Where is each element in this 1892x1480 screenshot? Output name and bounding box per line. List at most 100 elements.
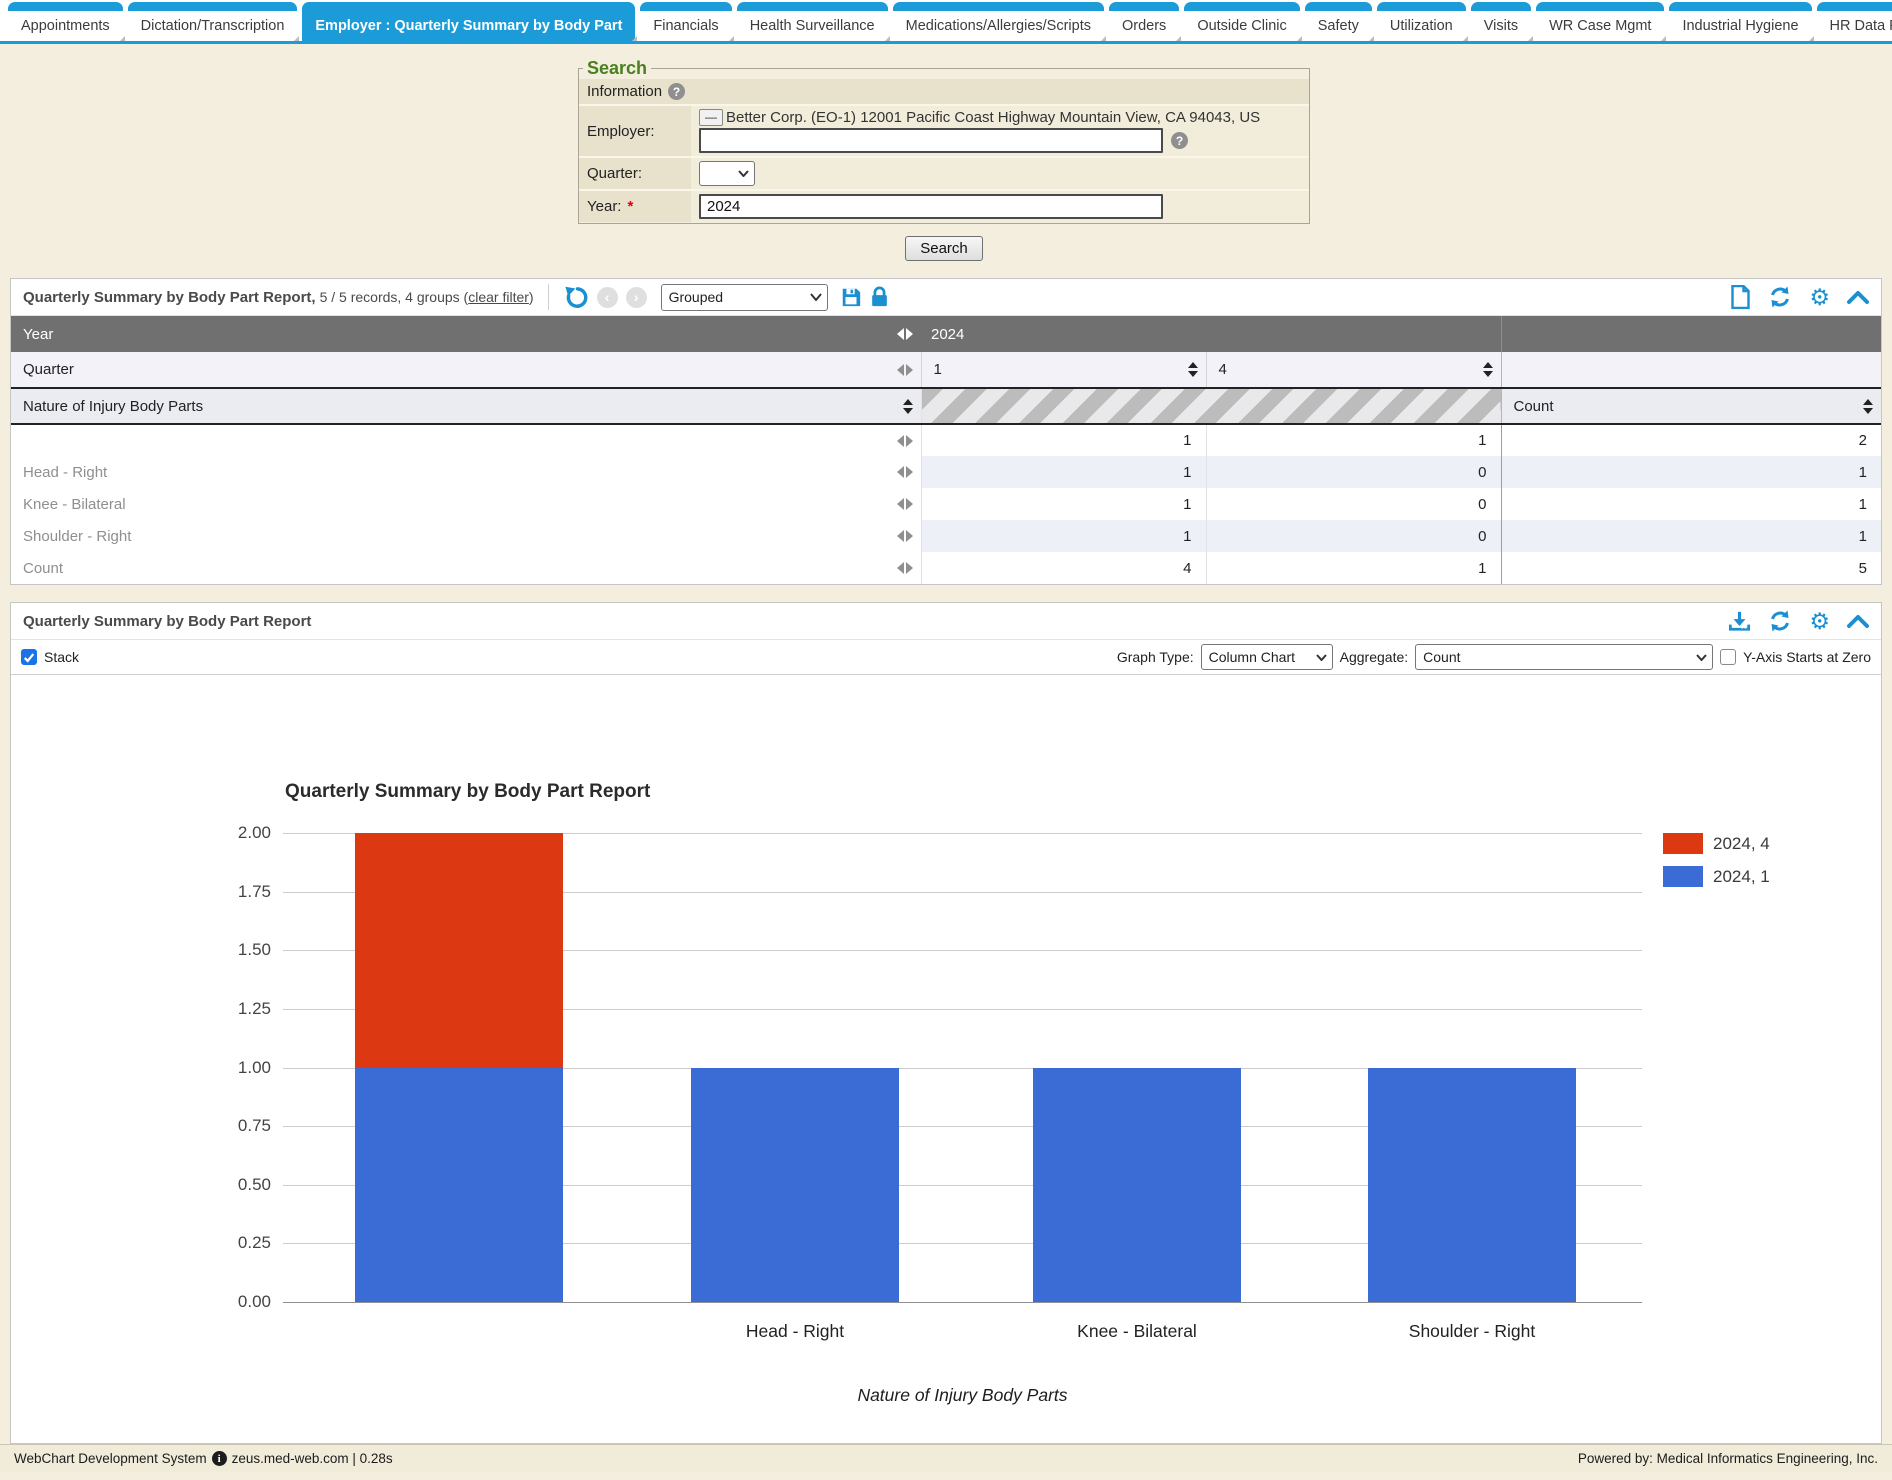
gridline	[283, 1302, 1642, 1303]
quarter-1-value: 4	[921, 552, 1206, 584]
tab-label: Visits	[1484, 18, 1518, 34]
required-asterisk: *	[627, 198, 633, 215]
tab-visits[interactable]: Visits	[1471, 2, 1531, 41]
report-panel-header: Quarterly Summary by Body Part Report, 5…	[11, 279, 1881, 316]
sort-icon[interactable]	[903, 399, 913, 414]
employer-input[interactable]	[699, 128, 1163, 153]
count-value: 1	[1501, 520, 1881, 552]
table-row: 112	[11, 424, 1881, 456]
settings-gear-icon[interactable]: ⚙	[1809, 286, 1830, 309]
help-icon[interactable]: ?	[668, 83, 685, 100]
undo-icon[interactable]	[563, 284, 589, 310]
settings-gear-icon[interactable]: ⚙	[1809, 610, 1830, 633]
sort-icon[interactable]	[1863, 399, 1873, 414]
tab-outside-clinic[interactable]: Outside Clinic	[1184, 2, 1299, 41]
column-resize-icon[interactable]	[897, 435, 913, 447]
column-resize-icon[interactable]	[897, 364, 913, 376]
column-resize-icon[interactable]	[897, 498, 913, 510]
help-icon[interactable]: ?	[1171, 132, 1188, 149]
view-mode-select[interactable]: Grouped	[661, 284, 828, 311]
search-row-information: Information ?	[579, 79, 1309, 104]
tab-employer-quarterly-summary-by-body-part[interactable]: Employer : Quarterly Summary by Body Par…	[302, 2, 635, 41]
download-icon[interactable]	[1728, 610, 1751, 632]
y-tick-label: 0.25	[201, 1233, 271, 1253]
tab-hr-data-feed[interactable]: HR Data Feed	[1817, 2, 1892, 41]
body-part-label: Count	[23, 560, 63, 577]
count-value: 1	[1501, 488, 1881, 520]
tab-label: Medications/Allergies/Scripts	[906, 18, 1091, 34]
body-part-label: Head - Right	[23, 464, 107, 481]
lock-icon[interactable]	[870, 286, 889, 308]
refresh-icon[interactable]	[1768, 609, 1792, 633]
quarter-1-header: 1	[934, 361, 942, 378]
count-column-header: Count	[1514, 398, 1554, 415]
sort-icon[interactable]	[1188, 362, 1198, 377]
legend-label: 2024, 1	[1713, 867, 1770, 887]
tab-label: Health Surveillance	[750, 18, 875, 34]
chevron-down-icon	[738, 170, 749, 177]
column-resize-icon[interactable]	[897, 466, 913, 478]
chevron-down-icon	[1696, 654, 1707, 661]
tab-medications-allergies-scripts[interactable]: Medications/Allergies/Scripts	[893, 2, 1104, 41]
column-resize-icon[interactable]	[897, 530, 913, 542]
server-info: zeus.med-web.com | 0.28s	[232, 1451, 393, 1466]
stack-label: Stack	[44, 649, 79, 665]
tab-label: Financials	[653, 18, 718, 34]
aggregate-value: Count	[1423, 649, 1460, 665]
remove-employer-button[interactable]: —	[699, 109, 723, 126]
y-tick-label: 1.75	[201, 882, 271, 902]
grouped-report-table: Year 2024 Quarter 1 4 Nature of Inju	[11, 316, 1881, 584]
refresh-icon[interactable]	[1768, 285, 1792, 309]
tab-health-surveillance[interactable]: Health Surveillance	[737, 2, 888, 41]
divider	[548, 284, 549, 310]
new-document-icon[interactable]	[1730, 285, 1751, 309]
stack-checkbox[interactable]	[21, 649, 37, 665]
tab-wr-case-mgmt[interactable]: WR Case Mgmt	[1536, 2, 1664, 41]
save-icon[interactable]	[840, 286, 862, 308]
sort-icon[interactable]	[1483, 362, 1493, 377]
x-category-label: Knee - Bilateral	[977, 1321, 1297, 1342]
column-resize-icon[interactable]	[897, 562, 913, 574]
tab-dictation-transcription[interactable]: Dictation/Transcription	[128, 2, 298, 41]
tab-industrial-hygiene[interactable]: Industrial Hygiene	[1669, 2, 1811, 41]
graph-type-select[interactable]: Column Chart	[1201, 644, 1333, 670]
tab-financials[interactable]: Financials	[640, 2, 731, 41]
x-category-label: Shoulder - Right	[1312, 1321, 1632, 1342]
tab-bar: AppointmentsDictation/Transcription Emplo…	[0, 0, 1892, 44]
collapse-chevron-icon[interactable]	[1847, 290, 1869, 304]
quarter-1-value: 1	[921, 456, 1206, 488]
quarter-4-header: 4	[1219, 361, 1227, 378]
collapse-chevron-icon[interactable]	[1847, 614, 1869, 628]
year-input[interactable]	[699, 194, 1163, 219]
tab-appointments[interactable]: Appointments	[8, 2, 123, 41]
search-row-employer: Employer: — Better Corp. (EO-1) 12001 Pa…	[579, 104, 1309, 156]
tab-safety[interactable]: Safety	[1305, 2, 1372, 41]
tab-utilization[interactable]: Utilization	[1377, 2, 1466, 41]
quarter-select[interactable]	[699, 161, 755, 186]
quarter-label: Quarter:	[587, 165, 642, 182]
previous-page-button[interactable]: ‹	[597, 287, 618, 308]
table-row: Count 415	[11, 552, 1881, 584]
tab-label: Employer : Quarterly Summary by Body Par…	[315, 18, 622, 34]
chevron-down-icon	[1316, 654, 1327, 661]
chart-bar-segment	[1368, 1068, 1576, 1303]
clear-filter-link[interactable]: clear filter	[468, 289, 529, 305]
quarter-4-value: 1	[1206, 552, 1501, 584]
quarter-1-value: 1	[921, 520, 1206, 552]
count-value: 5	[1501, 552, 1881, 584]
column-resize-icon[interactable]	[897, 328, 913, 340]
search-legend: Search	[583, 58, 651, 79]
quarter-1-value: 1	[921, 424, 1206, 456]
x-axis-title: Nature of Injury Body Parts	[283, 1385, 1642, 1406]
y-axis-zero-checkbox[interactable]	[1720, 649, 1736, 665]
employer-selected-value: Better Corp. (EO-1) 12001 Pacific Coast …	[726, 109, 1260, 126]
powered-by: Powered by: Medical Informatics Engineer…	[1578, 1451, 1878, 1466]
report-record-count: 5 / 5 records, 4 groups (	[320, 289, 469, 305]
info-icon[interactable]: i	[212, 1451, 227, 1466]
next-page-button[interactable]: ›	[626, 287, 647, 308]
report-title: Quarterly Summary by Body Part Report,	[23, 289, 316, 306]
tab-orders[interactable]: Orders	[1109, 2, 1179, 41]
search-button[interactable]: Search	[905, 236, 983, 261]
legend-item: 2024, 1	[1663, 866, 1770, 887]
aggregate-select[interactable]: Count	[1415, 644, 1713, 670]
